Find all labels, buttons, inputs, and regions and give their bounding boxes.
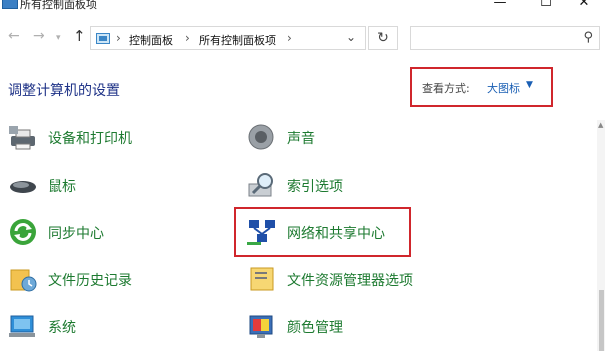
- chevron-down-icon[interactable]: ▼: [526, 80, 533, 90]
- view-by-highlight: 查看方式: 大图标 ▼: [410, 67, 553, 107]
- item-devices-printers[interactable]: 设备和打印机: [8, 122, 188, 152]
- scrollbar-thumb[interactable]: [599, 290, 604, 351]
- speaker-icon: [248, 124, 274, 150]
- item-sync-center[interactable]: 同步中心: [8, 217, 188, 247]
- item-system[interactable]: 系统: [8, 311, 188, 341]
- control-panel-icon: [96, 33, 110, 44]
- item-label: 颜色管理: [287, 320, 343, 336]
- control-panel-icon: [2, 0, 18, 9]
- item-mouse[interactable]: 鼠标: [8, 170, 188, 200]
- item-file-history[interactable]: 文件历史记录: [8, 264, 188, 294]
- title-bar: 所有控制面板项 — ☐ ✕: [0, 0, 605, 18]
- item-file-explorer-options[interactable]: 文件资源管理器选项: [247, 264, 447, 294]
- close-button[interactable]: ✕: [566, 0, 602, 14]
- refresh-button[interactable]: ↻: [368, 26, 398, 50]
- item-label: 索引选项: [287, 179, 343, 195]
- color-management-icon: [249, 315, 273, 338]
- folder-options-icon: [250, 267, 274, 291]
- breadcrumb-separator[interactable]: ›: [116, 31, 121, 45]
- item-color-management[interactable]: 颜色管理: [247, 311, 427, 341]
- item-label: 声音: [287, 131, 315, 147]
- search-input[interactable]: ⚲: [410, 26, 600, 50]
- recent-locations-button[interactable]: ▾: [56, 33, 61, 43]
- indexing-icon: [248, 173, 273, 197]
- mouse-icon: [10, 181, 36, 193]
- back-button[interactable]: ←: [8, 28, 20, 44]
- item-indexing-options[interactable]: 索引选项: [247, 170, 427, 200]
- breadcrumb-control-panel[interactable]: 控制面板: [129, 32, 173, 48]
- file-history-icon: [10, 269, 37, 292]
- breadcrumb-separator[interactable]: ›: [287, 31, 292, 45]
- scroll-up-arrow[interactable]: ▲: [598, 121, 603, 129]
- up-button[interactable]: ↑: [73, 27, 86, 45]
- breadcrumb-separator[interactable]: ›: [185, 31, 190, 45]
- network-item-highlight: [234, 207, 411, 257]
- minimize-button[interactable]: —: [482, 0, 518, 14]
- chevron-down-icon[interactable]: ⌄: [346, 30, 356, 44]
- item-label: 同步中心: [48, 226, 104, 242]
- address-bar[interactable]: › 控制面板 › 所有控制面板项 › ⌄: [90, 26, 366, 50]
- sync-icon: [10, 219, 36, 245]
- maximize-button[interactable]: ☐: [528, 0, 564, 14]
- item-label: 设备和打印机: [48, 131, 132, 147]
- item-label: 文件资源管理器选项: [287, 273, 413, 289]
- search-icon: ⚲: [583, 30, 593, 45]
- view-by-label: 查看方式:: [422, 82, 470, 95]
- item-label: 鼠标: [48, 179, 76, 195]
- item-label: 文件历史记录: [48, 273, 132, 289]
- page-title: 调整计算机的设置: [8, 83, 120, 99]
- item-label: 系统: [48, 320, 76, 336]
- view-by-dropdown[interactable]: 大图标: [487, 80, 520, 96]
- system-icon: [9, 315, 35, 337]
- printer-icon: [9, 126, 35, 150]
- window-title: 所有控制面板项: [20, 0, 97, 11]
- breadcrumb-all-items[interactable]: 所有控制面板项: [199, 32, 276, 48]
- item-sound[interactable]: 声音: [247, 122, 427, 152]
- forward-button[interactable]: →: [33, 28, 45, 44]
